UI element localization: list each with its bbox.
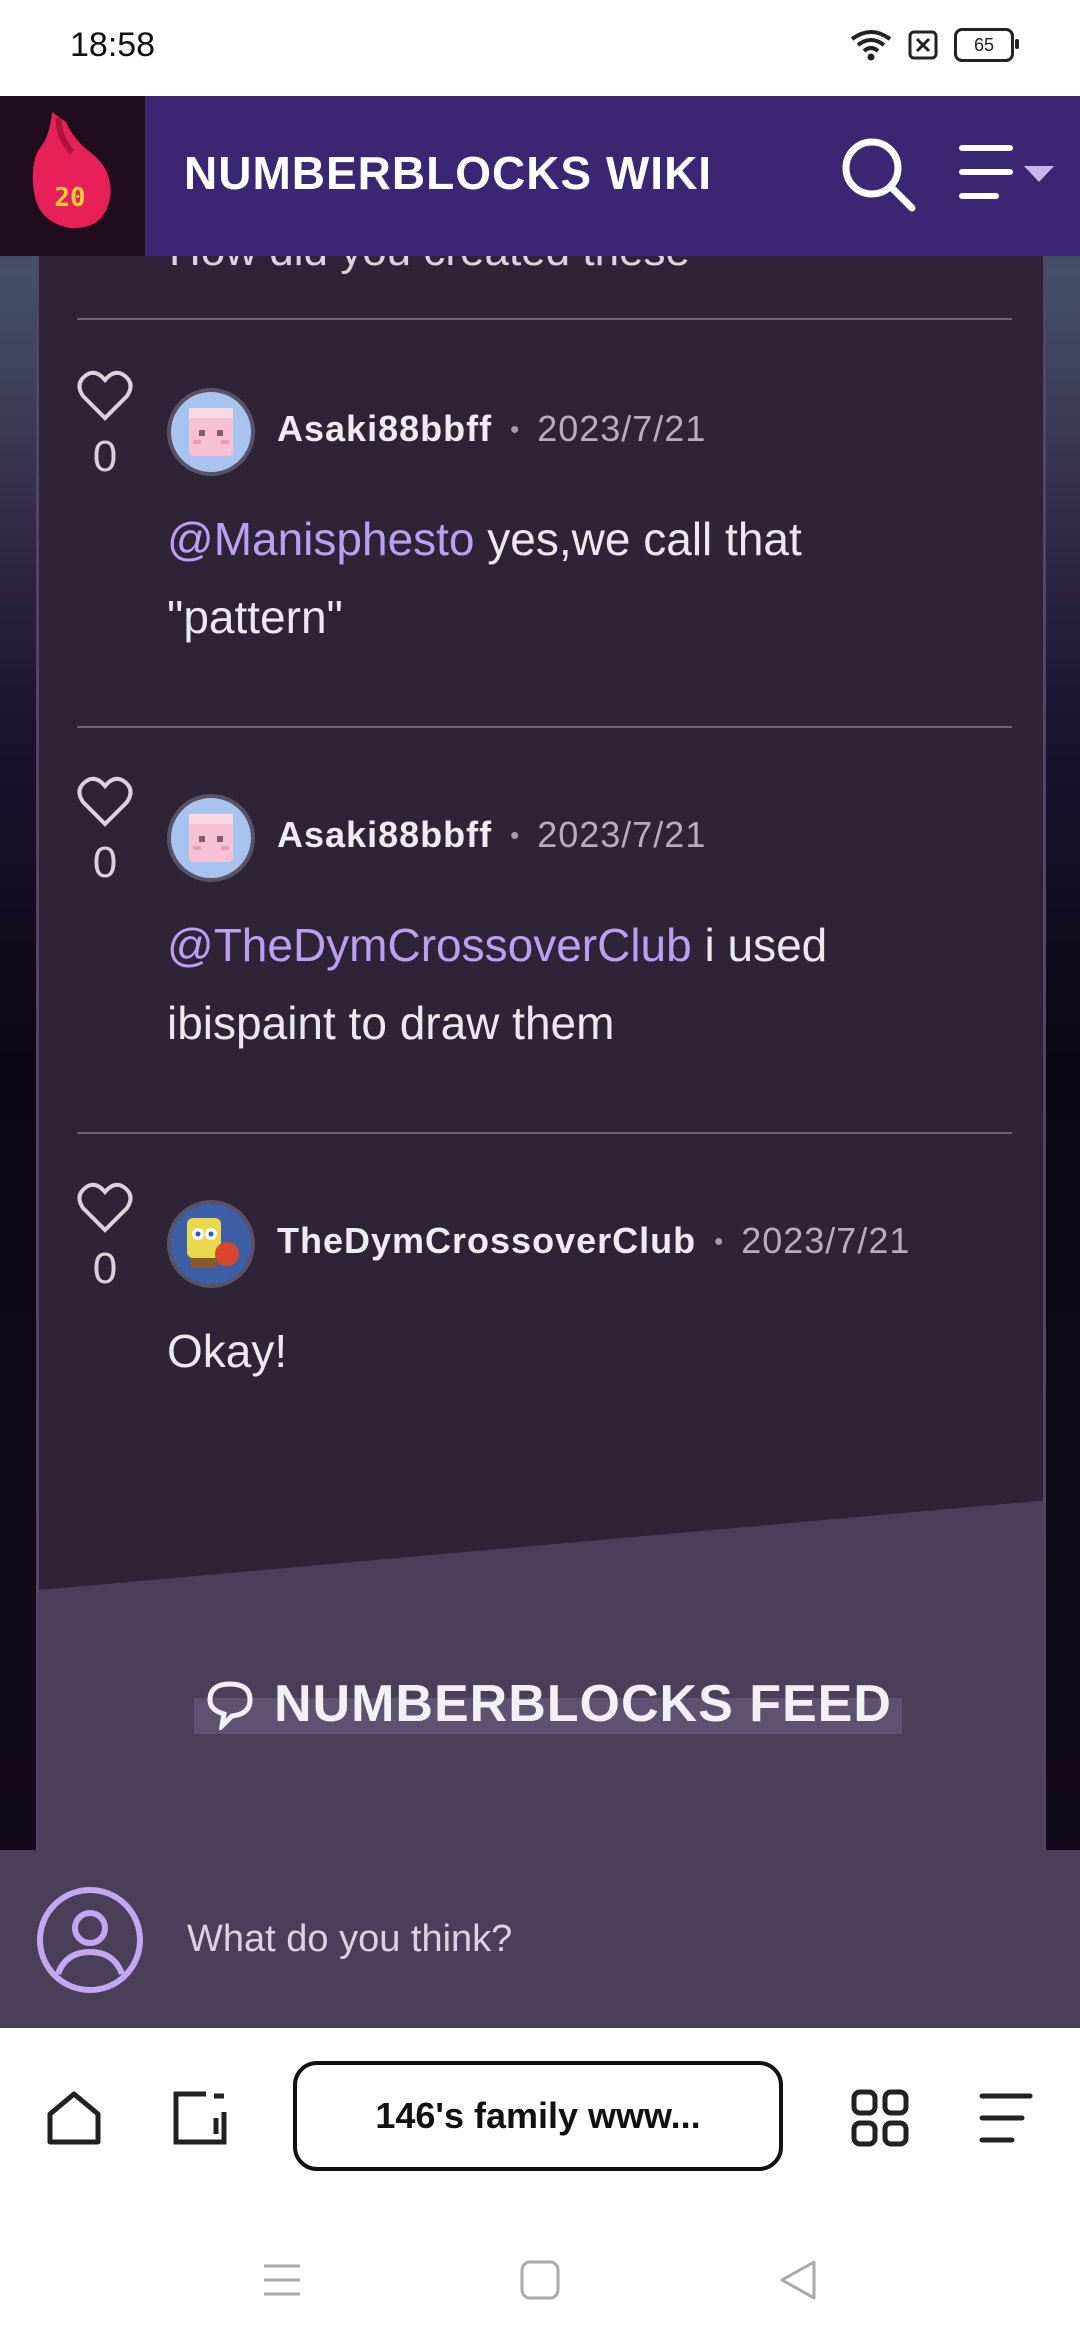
battery-level: 65 [973, 34, 995, 55]
comment-input-bar[interactable]: What do you think? [0, 1850, 1080, 2028]
feed-heading[interactable]: NUMBERBLOCKS FEED [194, 1674, 902, 1734]
browser-menu-icon[interactable] [976, 2090, 1036, 2146]
wiki-header: 20 NUMBERBLOCKS WIKI [0, 96, 1080, 256]
recents-icon[interactable] [260, 2258, 304, 2302]
browser-toolbar: 146's family www... [0, 2028, 1080, 2208]
comment-input[interactable]: What do you think? [187, 1918, 512, 1961]
battery-icon: 65 [954, 28, 1019, 62]
feed-title: NUMBERBLOCKS FEED [274, 1675, 892, 1733]
system-navigation-bar [0, 2208, 1080, 2340]
tabs-icon[interactable] [170, 2088, 230, 2148]
apps-grid-icon[interactable] [850, 2088, 910, 2148]
wiki-title[interactable]: NUMBERBLOCKS WIKI [184, 146, 712, 200]
address-bar[interactable]: 146's family www... [293, 2061, 783, 2171]
home-icon[interactable] [44, 2088, 104, 2148]
address-bar-label: 146's family www... [375, 2095, 701, 2136]
user-avatar-icon [37, 1887, 143, 1993]
wiki-logo[interactable]: 20 [0, 96, 145, 256]
search-icon[interactable] [838, 134, 918, 214]
speech-bubble-icon [207, 1681, 253, 1730]
comments-panel: How did you created these 0 Asaki88bbff … [36, 256, 1046, 1850]
wifi-icon [850, 30, 892, 61]
logo-number: 20 [54, 183, 85, 213]
feed-section-background [39, 1500, 1043, 1850]
hamburger-menu-icon[interactable] [958, 142, 1058, 206]
flame-logo-icon: 20 [32, 112, 111, 229]
status-bar: 18:58 65 [0, 0, 1080, 96]
back-icon[interactable] [776, 2258, 820, 2302]
home-nav-icon[interactable] [518, 2258, 562, 2302]
status-time: 18:58 [70, 26, 156, 64]
no-sim-icon [908, 30, 938, 60]
status-icons: 65 [850, 28, 1019, 62]
